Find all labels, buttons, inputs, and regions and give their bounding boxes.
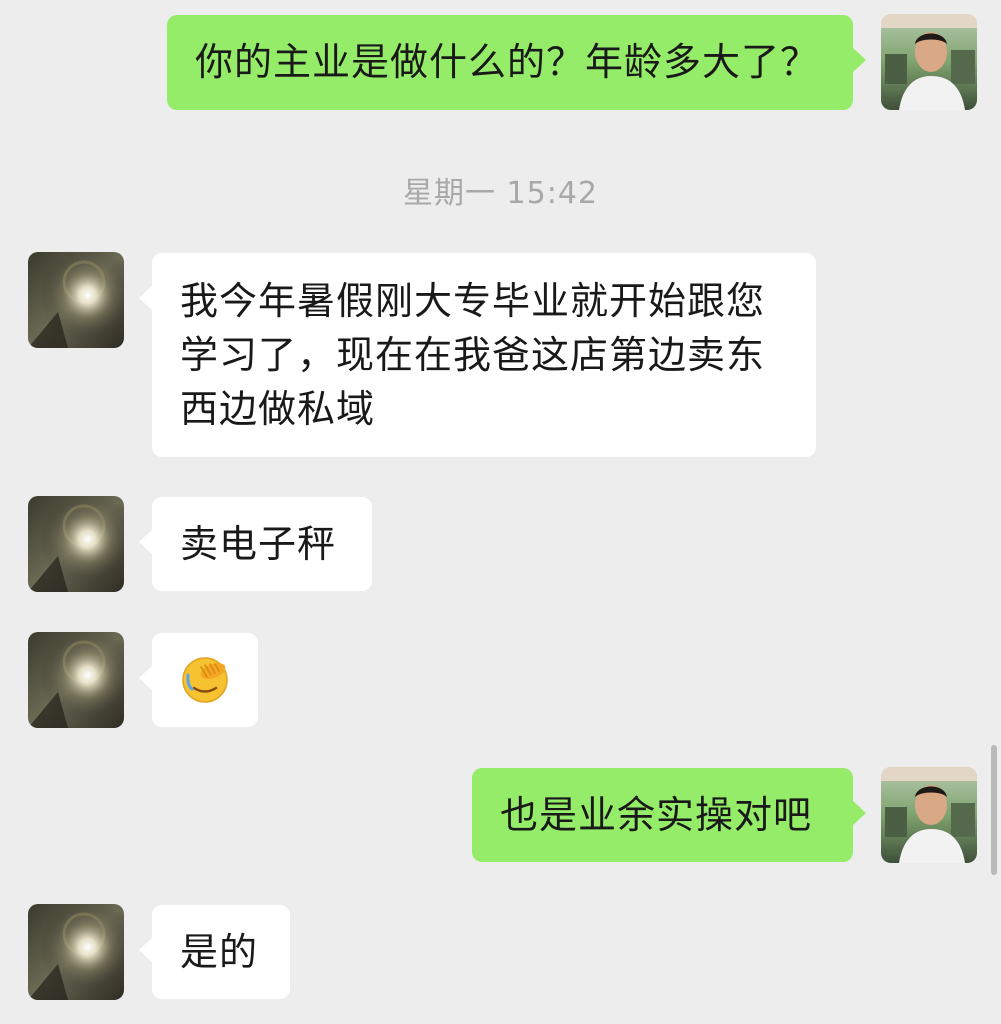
- message-row: 卖电子秤: [0, 496, 1001, 592]
- message-row: 也是业余实操对吧: [0, 767, 1001, 863]
- message-text: 是的: [180, 930, 259, 974]
- facepalm-emoji-icon: [182, 657, 228, 703]
- peer-avatar-image: [28, 496, 124, 592]
- message-text: 你的主业是做什么的？年龄多大了？: [195, 40, 820, 84]
- self-avatar-image: [881, 14, 977, 110]
- message-text: 我今年暑假刚大专毕业就开始跟您学习了，现在在我爸这店第边卖东西边做私域: [180, 279, 766, 431]
- message-row: 是的: [0, 904, 1001, 1000]
- message-row: 你的主业是做什么的？年龄多大了？: [0, 14, 1001, 112]
- peer-message-bubble[interactable]: [139, 633, 258, 727]
- peer-message-bubble[interactable]: 我今年暑假刚大专毕业就开始跟您学习了，现在在我爸这店第边卖东西边做私域: [139, 253, 816, 457]
- self-avatar-image: [881, 767, 977, 863]
- peer-message-bubble[interactable]: 是的: [139, 905, 290, 999]
- self-message-bubble[interactable]: 也是业余实操对吧: [472, 768, 866, 862]
- self-avatar[interactable]: [881, 14, 977, 110]
- message-timestamp: 星期一 15:42: [403, 176, 598, 211]
- peer-avatar[interactable]: [28, 496, 124, 592]
- peer-avatar[interactable]: [28, 632, 124, 728]
- message-text: 卖电子秤: [180, 522, 337, 566]
- peer-avatar-image: [28, 252, 124, 348]
- peer-avatar[interactable]: [28, 904, 124, 1000]
- peer-avatar[interactable]: [28, 252, 124, 348]
- message-row: 我今年暑假刚大专毕业就开始跟您学习了，现在在我爸这店第边卖东西边做私域: [0, 252, 1001, 458]
- chat-scrollbar[interactable]: [991, 745, 997, 875]
- peer-avatar-image: [28, 632, 124, 728]
- message-text: 也是业余实操对吧: [500, 793, 813, 837]
- self-message-bubble[interactable]: 你的主业是做什么的？年龄多大了？: [167, 15, 866, 110]
- peer-message-bubble[interactable]: 卖电子秤: [139, 497, 372, 591]
- peer-avatar-image: [28, 904, 124, 1000]
- message-row: [0, 632, 1001, 728]
- self-avatar[interactable]: [881, 767, 977, 863]
